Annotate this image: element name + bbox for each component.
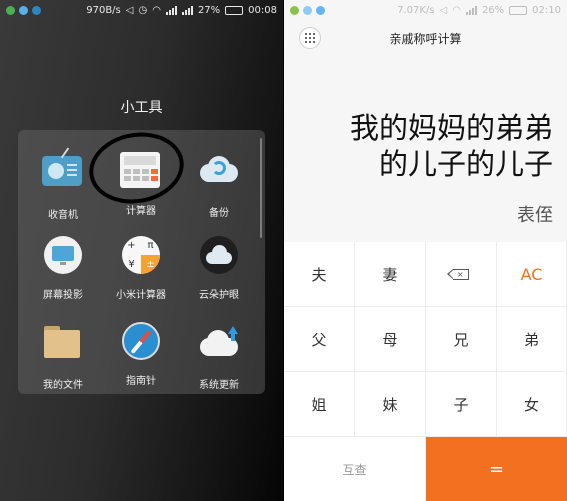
key-son[interactable]: 子 [426, 372, 497, 437]
compass-icon [120, 322, 162, 364]
mi-calculator-icon: + π ¥ ± [120, 236, 162, 278]
alarm-icon: ◷ [138, 4, 148, 16]
network-speed: 970B/s [86, 4, 121, 16]
status-bar: 970B/s ◁ ◷ ◠ 27% 00:08 [0, 0, 283, 20]
expression-line-1: 我的妈妈的弟弟 [349, 111, 553, 145]
mute-icon: ◁ [439, 4, 448, 16]
signal-icon [465, 5, 477, 15]
keypad: 夫 妻 × AC 父 母 兄 弟 姐 妹 子 女 互查 = [284, 242, 567, 501]
battery-icon [225, 5, 244, 15]
notification-icon [316, 5, 325, 15]
app-label: 指南针 [126, 376, 156, 387]
status-bar: 7.07K/s ◁ ◠ 26% 02:10 [284, 0, 567, 20]
folder-scrollbar[interactable] [260, 138, 262, 238]
mute-icon: ◁ [125, 4, 134, 16]
notification-icon [19, 5, 28, 15]
key-younger-sister[interactable]: 妹 [355, 372, 426, 437]
network-speed: 7.07K/s [397, 4, 435, 16]
app-compass[interactable]: 指南针 [102, 320, 180, 387]
key-elder-sister[interactable]: 姐 [284, 372, 355, 437]
clock: 00:08 [248, 4, 277, 16]
battery-percent: 26% [481, 4, 505, 16]
system-update-icon [198, 326, 240, 368]
app-backup[interactable]: 备份 [180, 148, 258, 219]
equals-button[interactable]: = [426, 437, 567, 501]
notification-icon [32, 5, 41, 15]
app-label: 计算器 [126, 206, 156, 217]
app-label: 收音机 [48, 210, 78, 221]
app-mi-calculator[interactable]: + π ¥ ± 小米计算器 [102, 234, 180, 301]
left-phone-screen: 970B/s ◁ ◷ ◠ 27% 00:08 小工具 收音机 计算器 备份 屏幕… [0, 0, 283, 501]
mutual-check-button[interactable]: 互查 [284, 437, 426, 501]
folder-title: 小工具 [120, 100, 163, 116]
screen-projection-icon [42, 236, 84, 278]
clock: 02:10 [532, 4, 561, 16]
backup-cloud-icon [198, 154, 240, 196]
app-label: 系统更新 [199, 380, 239, 391]
app-label: 备份 [209, 208, 229, 219]
right-phone-screen: 7.07K/s ◁ ◠ 26% 02:10 亲戚称呼计算 我的妈妈的弟弟 的儿子… [284, 0, 567, 501]
app-my-files[interactable]: 我的文件 [24, 320, 102, 391]
key-mother[interactable]: 母 [355, 307, 426, 372]
wifi-icon: ◠ [452, 4, 461, 16]
key-wife[interactable]: 妻 [355, 242, 426, 307]
key-younger-brother[interactable]: 弟 [497, 307, 567, 372]
app-label: 屏幕投影 [43, 290, 83, 301]
app-label: 小米计算器 [116, 290, 166, 301]
folder-icon [42, 326, 84, 368]
wifi-icon: ◠ [152, 4, 161, 16]
key-father[interactable]: 父 [284, 307, 355, 372]
backspace-button[interactable]: × [426, 242, 497, 307]
key-elder-brother[interactable]: 兄 [426, 307, 497, 372]
signal-icon [181, 5, 193, 15]
key-daughter[interactable]: 女 [497, 372, 567, 437]
key-husband[interactable]: 夫 [284, 242, 355, 307]
result-display: 表侄 [517, 205, 553, 226]
app-cloud-eye[interactable]: 云朵护眼 [180, 234, 258, 301]
backspace-icon: × [447, 268, 469, 280]
app-title: 亲戚称呼计算 [389, 32, 462, 46]
clear-all-button[interactable]: AC [497, 242, 567, 307]
notification-icon [6, 5, 15, 15]
app-system-update[interactable]: 系统更新 [180, 320, 258, 391]
notification-icon [303, 5, 312, 15]
battery-percent: 27% [197, 4, 221, 16]
app-label: 云朵护眼 [199, 290, 239, 301]
cloud-eye-icon [198, 236, 240, 278]
app-screen-projection[interactable]: 屏幕投影 [24, 234, 102, 301]
battery-icon [509, 5, 528, 15]
signal-icon [165, 5, 177, 15]
notification-icon [290, 5, 299, 15]
expression-line-2: 的儿子的儿子 [378, 147, 553, 181]
app-radio[interactable]: 收音机 [24, 147, 102, 221]
radio-icon [42, 147, 84, 198]
app-label: 我的文件 [43, 380, 83, 391]
